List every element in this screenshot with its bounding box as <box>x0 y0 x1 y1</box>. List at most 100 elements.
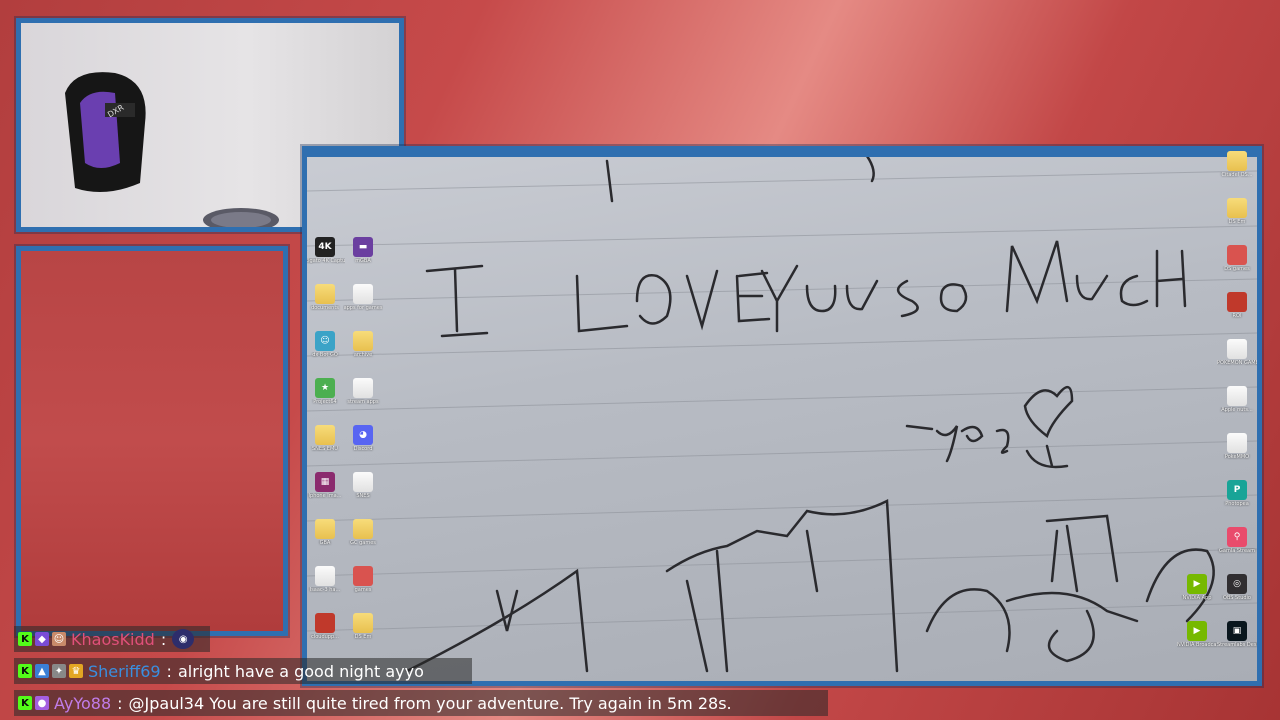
file-icon <box>1227 386 1247 406</box>
desktop-icon[interactable]: documents <box>307 284 345 311</box>
desktop-icon[interactable]: ▦ Iphone Ima... <box>307 472 345 499</box>
desktop-icon[interactable]: GBA <box>307 519 345 546</box>
desktop-icon-label: Gamla Stream <box>1219 548 1255 554</box>
cube-icon: ◆ <box>35 632 49 646</box>
desktop-icon-label: archive <box>353 352 373 358</box>
desktop-icon[interactable]: games <box>343 566 383 593</box>
crown-icon: ♛ <box>69 664 83 678</box>
desktop-icon[interactable]: archive <box>343 331 383 358</box>
folder-icon <box>1227 198 1247 218</box>
desktop-icon[interactable]: ★ Project64 <box>307 378 345 405</box>
file-icon <box>353 284 373 304</box>
desktop-icon[interactable]: PokeMMO <box>1217 433 1257 460</box>
photo-icon: ▲ <box>35 664 49 678</box>
desktop-icon[interactable]: DS Em <box>1217 198 1257 225</box>
desktop-icon-label: SNES <box>356 493 370 499</box>
desktop-icon-label: OBS Studio <box>1223 595 1251 601</box>
desktop-icon[interactable]: Isaac-3 ha... <box>307 566 345 593</box>
chat-badges: K ▲ ✦ ♛ <box>18 664 83 678</box>
chat-message: K ▲ ✦ ♛ Sheriff69 : alright have a good nig… <box>14 658 472 684</box>
desktop-icon-label: ROI <box>1232 313 1242 319</box>
desktop-icon-label: PokeMMO <box>1224 454 1250 460</box>
kick-icon: K <box>18 696 32 710</box>
streamlabs-icon: ▣ <box>1227 621 1247 641</box>
desktop-icon-label: Iphone Ima... <box>308 493 342 499</box>
file-icon <box>315 566 335 586</box>
desktop-icon[interactable]: Citadel OS... <box>1217 151 1257 178</box>
desktop-icon-label: POKEMON GAMES <box>1217 360 1257 366</box>
folder-icon <box>353 519 373 539</box>
file-icon <box>1227 339 1247 359</box>
desktop-icon[interactable]: SNES EMU <box>307 425 345 452</box>
kick-icon: K <box>18 632 32 646</box>
desktop-icon-label: Elgato 4K Capture <box>305 258 345 264</box>
desktop-icon-label: NVIDIA App <box>1182 595 1212 601</box>
desktop-icon[interactable]: ▶ NVIDIA Broadcast <box>1177 621 1217 648</box>
folder-icon <box>315 425 335 445</box>
folder-icon <box>315 284 335 304</box>
nvidia-icon: ▶ <box>1187 621 1207 641</box>
photopea-icon: P <box>1227 480 1247 500</box>
desktop-icon[interactable]: stream apps <box>343 378 383 405</box>
desktop-icon[interactable]: GC games <box>343 519 383 546</box>
chat-separator: : <box>117 693 123 713</box>
desktop-icon-label: GC games <box>350 540 376 546</box>
file-icon <box>1227 245 1247 265</box>
desktop-icon-label: dx Bot GO <box>312 352 338 358</box>
camera-icon: 4K <box>315 237 335 257</box>
desktop-icon[interactable]: 4KElgato 4K Capture <box>305 237 345 264</box>
gaming-chair-image: DXR <box>65 72 146 192</box>
file-icon <box>1227 433 1247 453</box>
discord-icon: ◕ <box>353 425 373 445</box>
desktop-icon-label: Isaac-3 ha... <box>309 587 341 593</box>
desktop-icon[interactable]: ▬ mGBA <box>343 237 383 264</box>
file-icon <box>353 472 373 492</box>
desktop-icon[interactable]: SNES <box>343 472 383 499</box>
chat-message: K ◆ ☺ KhaosKidd : ◉ <box>14 626 210 652</box>
screen-top-border <box>307 151 1257 157</box>
chat-message-text: alright have a good night ayyo <box>177 661 424 681</box>
desktop-icon-label: DS Em <box>354 634 372 640</box>
n64-icon: ★ <box>315 378 335 398</box>
desktop-icon-label: Streamlabs Desktop <box>1217 642 1257 648</box>
winrar-icon: ▦ <box>315 472 335 492</box>
desktop-icon-label: Project64 <box>313 399 337 405</box>
desktop-icon-label: documents <box>311 305 339 311</box>
desktop-icon-label: apps for games <box>343 305 383 311</box>
handwritten-note-wallpaper <box>307 154 1257 673</box>
desktop-icon[interactable]: Apple nuts... <box>1217 386 1257 413</box>
chat-separator: : <box>166 661 172 681</box>
chat-message-text: @Jpaul34 You are still quite tired from … <box>128 693 732 713</box>
nvidia-icon: ▶ <box>1187 574 1207 594</box>
chat-emote-icon: ◉ <box>172 629 195 649</box>
desktop-icon-label: Photopea <box>1225 501 1249 507</box>
chat-badges: K ● <box>18 696 49 710</box>
desktop-icon-label: GBA <box>319 540 331 546</box>
desktop-icon[interactable]: DS games <box>1217 245 1257 272</box>
desktop-icon[interactable]: ◎ OBS Studio <box>1217 574 1257 601</box>
desktop-icon[interactable]: POKEMON GAMES <box>1217 339 1257 366</box>
side-panel <box>16 246 288 636</box>
desktop-icon-label: games <box>354 587 372 593</box>
desktop-icon-label: DS games <box>1224 266 1250 272</box>
desktop-icon[interactable]: apps for games <box>343 284 383 311</box>
desktop-icon[interactable]: ▶ NVIDIA App <box>1177 574 1217 601</box>
chat-username: KhaosKidd <box>71 629 155 649</box>
desktop-icon[interactable]: DS Em <box>343 613 383 640</box>
desktop-icon[interactable]: ▣Streamlabs Desktop <box>1217 621 1257 648</box>
sword-icon: ✦ <box>52 664 66 678</box>
desktop-icon[interactable]: cloudupp... <box>307 613 345 640</box>
chat-username: AyYo88 <box>54 693 112 713</box>
folder-icon <box>353 331 373 351</box>
desktop-icon[interactable]: ◕ Discord <box>343 425 383 452</box>
desktop-icon-label: SNES EMU <box>312 446 338 452</box>
desktop-icon[interactable]: ☺ dx Bot GO <box>307 331 345 358</box>
chat-separator: : <box>160 629 167 649</box>
pin-icon: ⚲ <box>1227 527 1247 547</box>
desktop-icon[interactable]: ROI <box>1217 292 1257 319</box>
microphone-image <box>203 208 279 227</box>
gameboy-icon: ▬ <box>353 237 373 257</box>
kick-icon: K <box>18 664 32 678</box>
desktop-icon[interactable]: P Photopea <box>1217 480 1257 507</box>
desktop-icon[interactable]: ⚲ Gamla Stream <box>1217 527 1257 554</box>
